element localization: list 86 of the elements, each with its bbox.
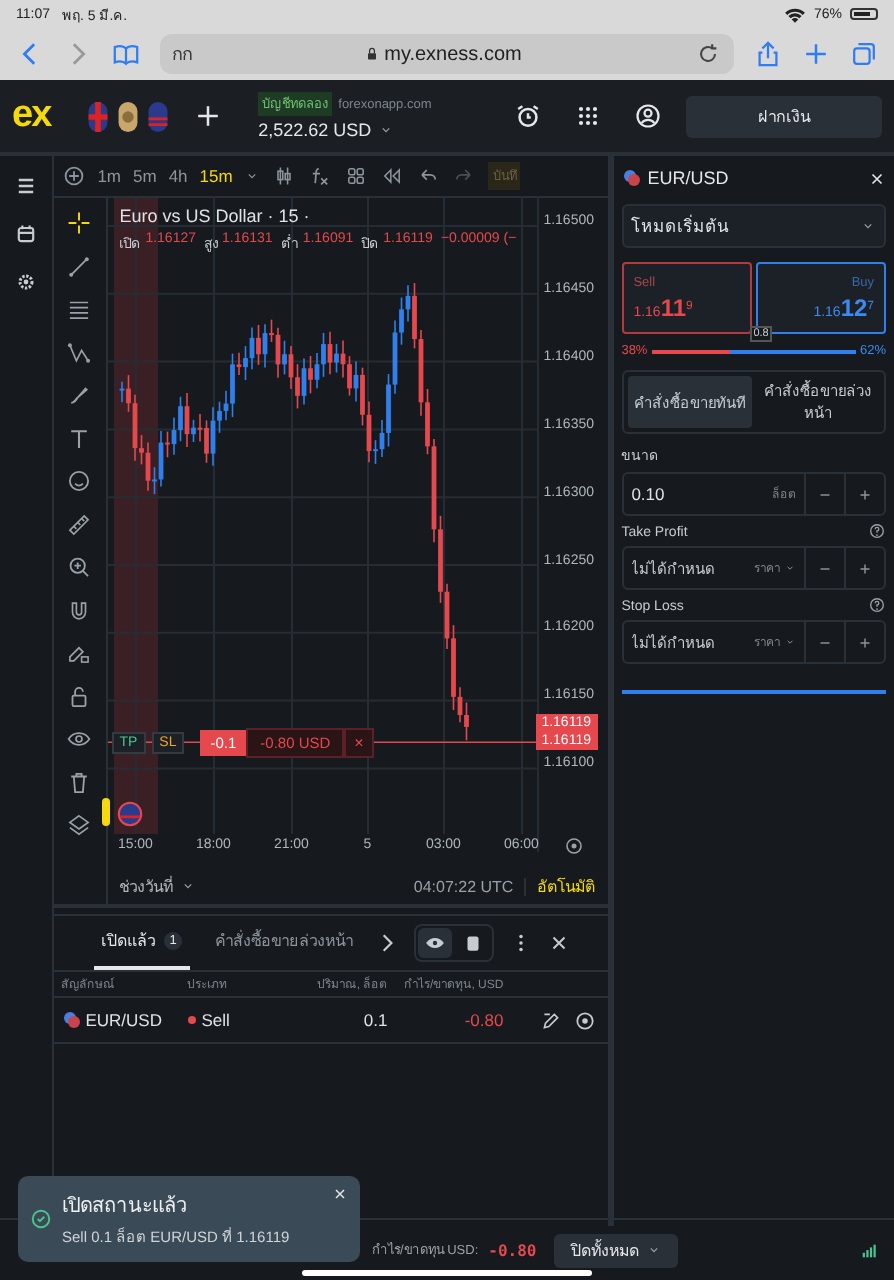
profile-icon[interactable] <box>634 102 662 130</box>
zoom-in-icon[interactable] <box>66 554 93 580</box>
battery-icon <box>850 8 878 20</box>
profit-cell-text: -0.80 <box>462 1010 504 1030</box>
deposit-button[interactable]: ฝากเงิน <box>686 95 882 137</box>
close-icon[interactable] <box>868 169 886 187</box>
tabs-icon[interactable] <box>850 40 878 68</box>
chevron-down-icon[interactable] <box>377 122 394 138</box>
text-tool-icon[interactable] <box>66 425 93 451</box>
timeframe-button[interactable]: 15m <box>199 166 233 186</box>
collapse-handle[interactable] <box>101 798 110 826</box>
positions-tab[interactable]: คำสั่งซื้อขายล่วงหน้า <box>206 916 361 970</box>
view-toggle-button[interactable] <box>418 928 453 958</box>
chevron-down-icon[interactable] <box>179 878 196 894</box>
url-text: my.exness.com <box>204 43 682 65</box>
add-icon[interactable] <box>194 102 223 130</box>
share-icon[interactable] <box>754 40 782 68</box>
eye-icon[interactable] <box>66 726 93 752</box>
timeframe-button[interactable]: 5m <box>133 166 157 186</box>
side-dot <box>187 1016 196 1024</box>
crosshair-icon[interactable] <box>66 210 93 236</box>
smiley-icon[interactable] <box>66 468 93 494</box>
layers-icon[interactable] <box>66 812 93 838</box>
new-tab-icon[interactable] <box>802 40 830 68</box>
target-icon[interactable] <box>563 836 584 856</box>
chart-title: Euro vs US Dollar · 15 · <box>119 206 312 226</box>
book-icon[interactable] <box>112 40 140 68</box>
trash-icon[interactable] <box>66 769 93 795</box>
close-icon[interactable] <box>548 932 571 954</box>
logo[interactable]: ex <box>12 94 51 138</box>
chevron-down-icon[interactable] <box>784 636 796 648</box>
symbol-title: EUR/USD <box>647 168 731 188</box>
type-cell: Sell <box>187 1010 288 1030</box>
auto-scale-button[interactable]: อัตโนมัติ <box>537 873 596 899</box>
plus-icon[interactable] <box>856 485 874 503</box>
date-range-button[interactable]: ช่วงวันที่ <box>119 873 174 899</box>
close-position-icon[interactable] <box>573 1009 596 1031</box>
utc-clock: 04:07:22 UTC <box>413 877 526 895</box>
eye-icon[interactable] <box>424 932 447 954</box>
chevron-down-icon[interactable] <box>784 562 796 574</box>
timeframe-button[interactable]: 1m <box>97 166 122 186</box>
volume-cell-text: 0.1 <box>361 1010 388 1030</box>
layout-grid-icon[interactable] <box>344 164 369 188</box>
signal-icon <box>860 1241 878 1259</box>
flag-icon[interactable] <box>86 99 111 133</box>
apps-icon[interactable] <box>574 102 602 130</box>
reload-icon[interactable] <box>694 40 722 68</box>
clipboard-icon[interactable] <box>462 932 485 954</box>
balance-text[interactable]: 2,522.62 USD <box>258 120 372 140</box>
calendar-icon[interactable] <box>13 222 38 246</box>
plus-icon[interactable] <box>856 633 874 651</box>
symbol-cell: EUR/USD <box>61 1010 188 1030</box>
padlock-icon <box>364 46 381 62</box>
chevron-down-icon[interactable] <box>646 1242 663 1258</box>
trend-line-icon[interactable] <box>66 253 93 279</box>
check-circle-icon <box>30 1208 52 1230</box>
volume-value[interactable]: 0.10 <box>631 484 768 504</box>
ruler-icon[interactable] <box>66 511 93 537</box>
close-icon[interactable] <box>332 1186 348 1202</box>
tab-label: กก <box>172 42 192 68</box>
add-indicator-icon[interactable] <box>61 164 86 188</box>
help-icon[interactable] <box>868 522 886 540</box>
pattern-icon[interactable] <box>66 339 93 365</box>
help-icon[interactable] <box>868 596 886 614</box>
flag-icon[interactable] <box>146 99 171 133</box>
pnl-value: -0.80 <box>488 1241 537 1259</box>
settings-icon[interactable] <box>13 270 38 294</box>
candlestick-icon[interactable] <box>272 164 297 188</box>
list-icon[interactable] <box>13 174 38 198</box>
chevron-down-icon[interactable] <box>860 218 876 234</box>
close-position-button[interactable]: × <box>344 728 374 759</box>
wifi-icon <box>783 5 806 23</box>
flag-icon <box>115 800 144 828</box>
currency-pair-icon <box>61 1010 82 1030</box>
address-bar[interactable]: กก my.exness.com <box>160 34 734 74</box>
rewind-icon[interactable] <box>380 164 405 188</box>
toast-title: เปิดสถานะแล้ว <box>62 1193 190 1220</box>
flag-icon[interactable] <box>116 99 141 133</box>
edit-icon[interactable] <box>539 1009 562 1031</box>
alarm-icon[interactable] <box>514 102 542 130</box>
plus-icon[interactable] <box>856 559 874 577</box>
currency-pair-icon <box>621 168 642 188</box>
parallel-lines-icon[interactable] <box>66 296 93 322</box>
function-icon[interactable] <box>308 164 333 188</box>
brush-icon[interactable] <box>66 382 93 408</box>
timeframe-button[interactable]: 4h <box>168 166 188 186</box>
